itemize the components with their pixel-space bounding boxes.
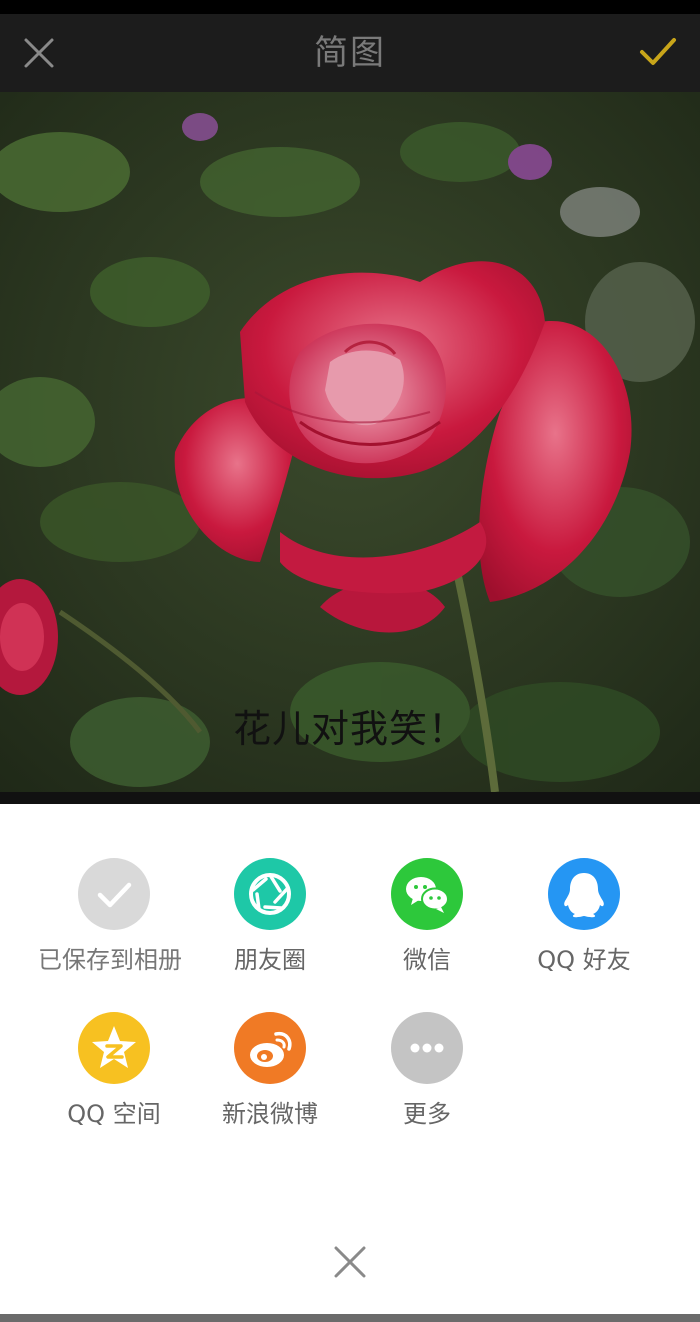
share-sheet: 已保存到相册 朋友圈 微信 QQ 好友 QQ 空间 新浪微博 更多 [0, 804, 700, 1314]
share-qq-friend[interactable]: QQ 好友 [506, 858, 662, 976]
qzone-star-icon [78, 1012, 150, 1084]
top-bar: 简图 [0, 14, 700, 92]
share-label-moments: 朋友圈 [234, 946, 306, 974]
rose-image [0, 92, 700, 792]
weibo-icon [234, 1012, 306, 1084]
share-label-wechat: 微信 [403, 946, 451, 974]
share-sheet-close-button[interactable] [328, 1240, 372, 1284]
share-more[interactable]: 更多 [349, 1012, 505, 1130]
share-qzone[interactable]: QQ 空间 [36, 1012, 192, 1130]
app-root: 简图 花儿对我笑！ 已保存到相册 朋友圈 微信 QQ 好友 QQ 空间 新浪微博… [0, 0, 700, 1322]
qq-penguin-icon [548, 858, 620, 930]
moments-shutter-icon [234, 858, 306, 930]
share-moments[interactable]: 朋友圈 [192, 858, 348, 976]
share-label-more: 更多 [403, 1100, 451, 1128]
photo-divider [0, 792, 700, 804]
page-title: 简图 [314, 33, 386, 73]
checkmark-icon [640, 38, 676, 65]
status-bar [0, 0, 700, 14]
share-saved-to-album[interactable]: 已保存到相册 [36, 858, 192, 984]
more-dots-icon [391, 1012, 463, 1084]
photo-caption: 花儿对我笑！ [232, 707, 467, 751]
share-wechat[interactable]: 微信 [349, 858, 505, 976]
share-weibo[interactable]: 新浪微博 [192, 1012, 348, 1130]
check-icon [78, 858, 150, 930]
close-icon [334, 1246, 366, 1278]
share-label-saved: 已保存到相册 [38, 946, 182, 974]
share-label-weibo: 新浪微博 [222, 1100, 318, 1128]
confirm-button[interactable] [636, 30, 680, 74]
share-label-qzone: QQ 空间 [67, 1100, 161, 1128]
share-label-qq-friend: QQ 好友 [537, 946, 631, 974]
bottom-edge [0, 1314, 700, 1322]
wechat-icon [391, 858, 463, 930]
rose-photo: 花儿对我笑！ [0, 92, 700, 792]
